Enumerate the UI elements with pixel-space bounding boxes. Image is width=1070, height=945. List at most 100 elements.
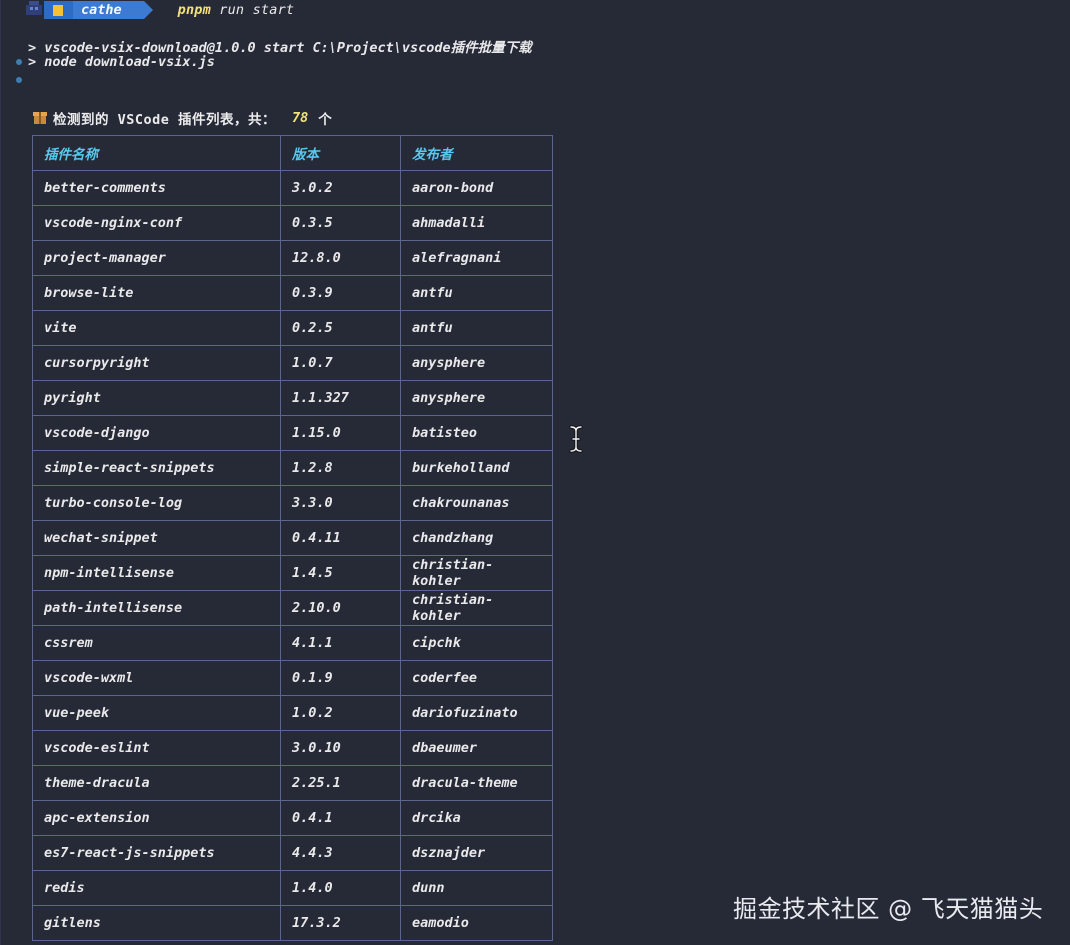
table-row: vue-peek 1.0.2 dariofuzinato (32, 695, 553, 731)
cell-version: 1.4.5 (280, 555, 401, 591)
pixel-avatar-icon (26, 1, 42, 19)
cell-plugin-name: vscode-eslint (32, 730, 281, 766)
cell-publisher: christian-kohler (400, 555, 553, 591)
cell-version: 1.15.0 (280, 415, 401, 451)
cell-plugin-name: simple-react-snippets (32, 450, 281, 486)
cell-plugin-name: apc-extension (32, 800, 281, 836)
cell-plugin-name: vite (32, 310, 281, 346)
prompt-command: pnpm run start (178, 2, 295, 18)
table-row: redis 1.4.0 dunn (32, 870, 553, 906)
cell-version: 1.2.8 (280, 450, 401, 486)
cell-publisher: anysphere (400, 345, 553, 381)
cell-version: 17.3.2 (280, 905, 401, 941)
count-unit: 个 (318, 112, 332, 128)
cell-publisher: antfu (400, 310, 553, 346)
cell-plugin-name: vue-peek (32, 695, 281, 731)
cell-publisher: aaron-bond (400, 170, 553, 206)
cell-version: 0.3.9 (280, 275, 401, 311)
cell-publisher: chakrounanas (400, 485, 553, 521)
cell-version: 1.1.327 (280, 380, 401, 416)
shell-prompt: cathe pnpm run start (26, 0, 294, 20)
cell-publisher: dunn (400, 870, 553, 906)
cell-plugin-name: wechat-snippet (32, 520, 281, 556)
table-row: simple-react-snippets 1.2.8 burkeholland (32, 450, 553, 486)
cell-version: 1.4.0 (280, 870, 401, 906)
cell-version: 0.2.5 (280, 310, 401, 346)
cell-publisher: burkeholland (400, 450, 553, 486)
header-version: 版本 (280, 135, 401, 171)
cell-version: 12.8.0 (280, 240, 401, 276)
cell-publisher: dracula-theme (400, 765, 553, 801)
cell-plugin-name: cssrem (32, 625, 281, 661)
folder-segment (44, 1, 73, 19)
plugin-count: 78 (292, 110, 309, 126)
cell-plugin-name: turbo-console-log (32, 485, 281, 521)
package-icon (33, 111, 47, 125)
cell-plugin-name: theme-dracula (32, 765, 281, 801)
cell-plugin-name: npm-intellisense (32, 555, 281, 591)
plugin-summary: 检测到的 VSCode 插件列表，共： 78 个 (33, 108, 332, 128)
prompt-badge: cathe (26, 1, 153, 19)
cell-publisher: alefragnani (400, 240, 553, 276)
table-row: theme-dracula 2.25.1 dracula-theme (32, 765, 553, 801)
cell-publisher: coderfee (400, 660, 553, 696)
header-publisher: 发布者 (400, 135, 553, 171)
cell-publisher: ahmadalli (400, 205, 553, 241)
summary-label: 检测到的 VSCode 插件列表，共： (53, 112, 277, 128)
cell-plugin-name: better-comments (32, 170, 281, 206)
cell-publisher: antfu (400, 275, 553, 311)
table-row: vscode-nginx-conf 0.3.5 ahmadalli (32, 205, 553, 241)
cell-plugin-name: browse-lite (32, 275, 281, 311)
command-name: pnpm (177, 2, 211, 18)
prompt-user: cathe (73, 1, 153, 19)
cell-version: 3.0.2 (280, 170, 401, 206)
table-row: gitlens 17.3.2 eamodio (32, 905, 553, 941)
cell-version: 1.0.2 (280, 695, 401, 731)
cell-plugin-name: cursorpyright (32, 345, 281, 381)
folder-icon (50, 4, 63, 16)
cell-plugin-name: vscode-django (32, 415, 281, 451)
line-marker-dot (16, 59, 22, 65)
plugin-table: 插件名称 版本 发布者 better-comments 3.0.2 aaron-bo… (32, 135, 553, 941)
output-line-2: > node download-vsix.js (28, 54, 215, 70)
cell-version: 3.0.10 (280, 730, 401, 766)
cell-version: 4.4.3 (280, 835, 401, 871)
cell-plugin-name: vscode-wxml (32, 660, 281, 696)
header-plugin-name: 插件名称 (32, 135, 281, 171)
cell-plugin-name: path-intellisense (32, 590, 281, 626)
cell-version: 2.10.0 (280, 590, 401, 626)
cell-version: 0.4.11 (280, 520, 401, 556)
table-body: better-comments 3.0.2 aaron-bond vscode-ngi… (32, 170, 553, 941)
table-row: npm-intellisense 1.4.5 christian-kohler (32, 555, 553, 591)
line-marker-dot (16, 77, 22, 83)
cell-publisher: dbaeumer (400, 730, 553, 766)
table-row: cursorpyright 1.0.7 anysphere (32, 345, 553, 381)
table-row: turbo-console-log 3.3.0 chakrounanas (32, 485, 553, 521)
cell-version: 0.3.5 (280, 205, 401, 241)
cell-plugin-name: gitlens (32, 905, 281, 941)
cell-publisher: dsznajder (400, 835, 553, 871)
table-row: vite 0.2.5 antfu (32, 310, 553, 346)
table-row: vscode-django 1.15.0 batisteo (32, 415, 553, 451)
cell-version: 0.4.1 (280, 800, 401, 836)
table-header-row: 插件名称 版本 发布者 (32, 135, 553, 171)
cell-publisher: drcika (400, 800, 553, 836)
table-row: es7-react-js-snippets 4.4.3 dsznajder (32, 835, 553, 871)
table-row: pyright 1.1.327 anysphere (32, 380, 553, 416)
table-row: cssrem 4.1.1 cipchk (32, 625, 553, 661)
cell-publisher: batisteo (400, 415, 553, 451)
cell-version: 1.0.7 (280, 345, 401, 381)
gutter-line (0, 0, 1, 945)
cell-plugin-name: redis (32, 870, 281, 906)
cell-version: 2.25.1 (280, 765, 401, 801)
cell-plugin-name: es7-react-js-snippets (32, 835, 281, 871)
cell-publisher: anysphere (400, 380, 553, 416)
table-row: wechat-snippet 0.4.11 chandzhang (32, 520, 553, 556)
cell-version: 4.1.1 (280, 625, 401, 661)
table-row: browse-lite 0.3.9 antfu (32, 275, 553, 311)
table-row: better-comments 3.0.2 aaron-bond (32, 170, 553, 206)
text-cursor-icon (569, 425, 583, 453)
table-row: path-intellisense 2.10.0 christian-kohler (32, 590, 553, 626)
watermark: 掘金技术社区 @ 飞天猫猫头 (733, 895, 1044, 923)
cell-publisher: dariofuzinato (400, 695, 553, 731)
